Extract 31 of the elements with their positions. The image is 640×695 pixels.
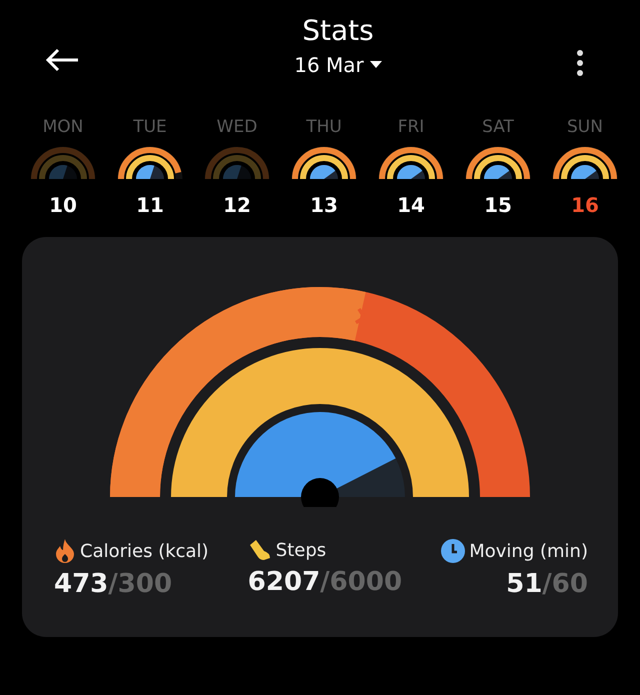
caret-icon [370, 61, 382, 69]
metric-value: 473 [54, 569, 108, 599]
more-icon[interactable] [576, 50, 584, 76]
metric-label: Steps [276, 540, 326, 560]
flame-icon [54, 539, 76, 563]
weekday-label: MON [42, 117, 84, 137]
shoe-icon [248, 539, 272, 561]
date-number[interactable]: 16 [571, 193, 599, 217]
date-number[interactable]: 11 [136, 193, 164, 217]
date-number[interactable]: 13 [310, 193, 338, 217]
weekday-label: FRI [398, 117, 424, 137]
date-dropdown[interactable]: 16 Mar [294, 53, 382, 77]
screen-title: Stats [302, 14, 374, 47]
metric-goal: /60 [542, 569, 588, 599]
metric-value: 51 [506, 569, 542, 599]
weekday-label: THU [306, 117, 342, 137]
weekday-label: SUN [567, 117, 603, 137]
metric-label: Moving (min) [469, 540, 588, 562]
metric-value: 6207 [248, 567, 320, 597]
back-icon[interactable] [44, 48, 80, 72]
clock-icon [441, 539, 466, 563]
weekday-label: WED [216, 117, 258, 137]
date-number[interactable]: 12 [223, 193, 251, 217]
weekday-label: TUE [133, 117, 167, 137]
metric-label: Calories (kcal) [80, 540, 209, 562]
date-number[interactable]: 10 [49, 193, 77, 217]
weekday-label: SAT [482, 117, 514, 137]
metric-goal: /6000 [320, 567, 402, 597]
metric-goal: /300 [108, 569, 172, 599]
date-number[interactable]: 14 [397, 193, 425, 217]
date-number[interactable]: 15 [484, 193, 512, 217]
